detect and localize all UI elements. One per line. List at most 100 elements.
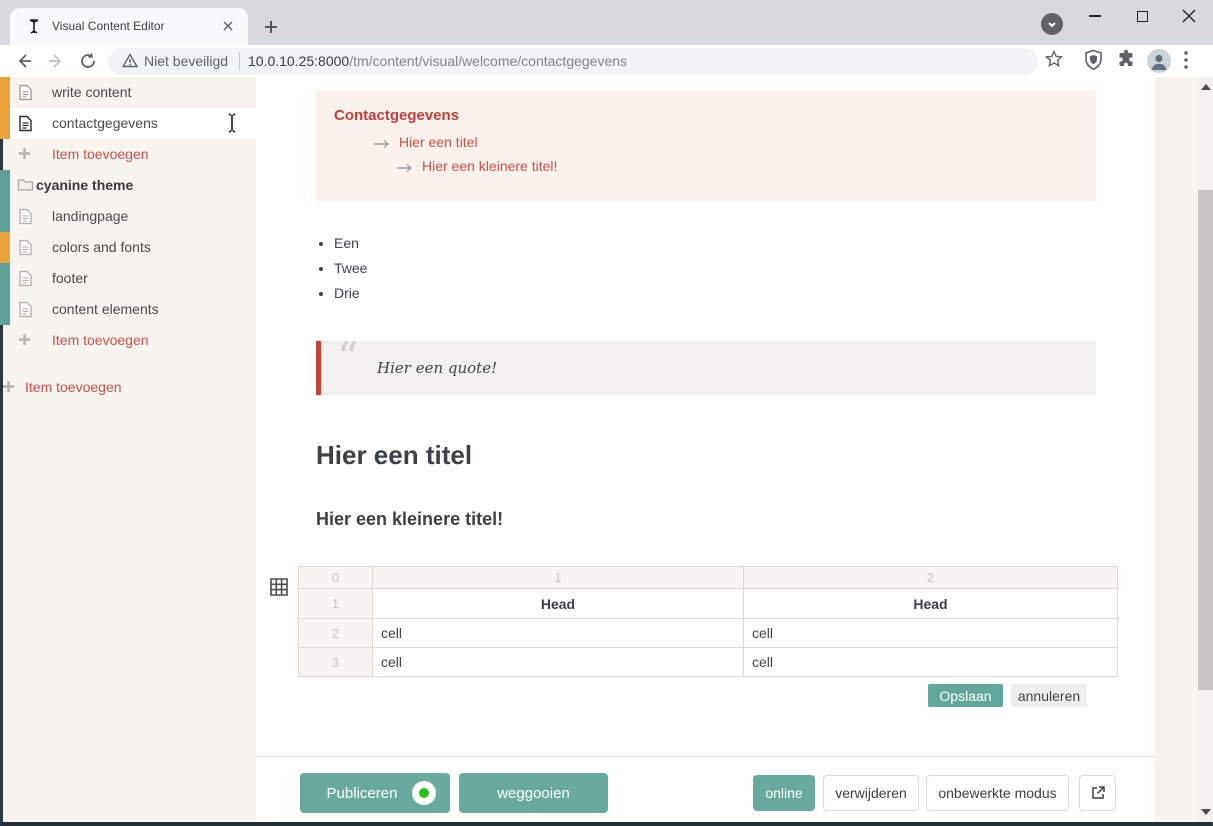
page-background-gap bbox=[1155, 77, 1197, 822]
table-row-number[interactable]: 3 bbox=[299, 648, 373, 677]
scroll-up-arrow-icon[interactable] bbox=[1201, 84, 1211, 90]
window-close-button[interactable] bbox=[1166, 0, 1212, 32]
table-row-number[interactable]: 2 bbox=[299, 619, 373, 648]
plus-icon bbox=[1, 379, 18, 396]
table-cell[interactable]: cell bbox=[373, 648, 744, 677]
sidebar-item-contactgegevens[interactable]: contactgegevens bbox=[3, 108, 256, 139]
publish-button-label: Publiceren bbox=[327, 785, 398, 802]
action-footer-bar: Publiceren weggooien online verwijderen … bbox=[256, 756, 1155, 822]
reload-button[interactable] bbox=[75, 48, 101, 74]
browser-tab[interactable]: Visual Content Editor bbox=[10, 8, 248, 45]
toc-link-label: Hier een kleinere titel! bbox=[422, 158, 557, 174]
status-bar-teal bbox=[0, 201, 10, 232]
sidebar-item-cyanine-theme[interactable]: cyanine theme bbox=[3, 170, 256, 201]
sidebar-item-label: landingpage bbox=[52, 208, 128, 224]
security-label[interactable]: Niet beveiligd bbox=[144, 53, 228, 69]
sidebar-item-label: Item toevoegen bbox=[52, 332, 149, 348]
sidebar-add-item-button[interactable]: Item toevoegen bbox=[3, 139, 256, 170]
table-cell[interactable]: Head bbox=[744, 589, 1118, 619]
table-col-header[interactable]: 2 bbox=[744, 567, 1118, 589]
tab-title: Visual Content Editor bbox=[52, 19, 165, 33]
not-secure-warning-icon[interactable] bbox=[122, 53, 138, 73]
scroll-down-arrow-icon[interactable] bbox=[1201, 809, 1211, 815]
back-button[interactable] bbox=[11, 48, 37, 74]
contact-header-block[interactable]: Contactgegevens Hier een titel Hier een … bbox=[316, 90, 1096, 201]
favicon-icon bbox=[26, 18, 42, 34]
content-table[interactable]: 0 1 2 1 Head Head 2 cell cell 3 cell cel… bbox=[298, 566, 1118, 677]
browser-update-icon[interactable] bbox=[1041, 13, 1063, 35]
status-bar-teal bbox=[0, 170, 10, 201]
list-item: Een bbox=[334, 235, 367, 251]
publish-button[interactable]: Publiceren bbox=[300, 773, 450, 813]
window-maximize-button[interactable] bbox=[1119, 0, 1165, 32]
profile-avatar[interactable] bbox=[1147, 49, 1171, 73]
sidebar-item-landingpage[interactable]: landingpage bbox=[3, 201, 256, 232]
status-bar-teal bbox=[0, 294, 10, 325]
arrow-right-icon bbox=[373, 136, 391, 152]
bullet-list[interactable]: Een Twee Drie bbox=[334, 235, 367, 310]
sidebar-root-add-item-button[interactable]: Item toevoegen bbox=[3, 372, 256, 403]
table-cell[interactable]: cell bbox=[744, 648, 1118, 677]
sidebar-item-colors-and-fonts[interactable]: colors and fonts bbox=[3, 232, 256, 263]
tab-close-icon[interactable] bbox=[220, 18, 236, 34]
status-bar-orange bbox=[0, 232, 10, 263]
content-tree-sidebar: write content contactgegevens Item toevo… bbox=[3, 77, 256, 822]
bookmark-star-icon[interactable] bbox=[1044, 49, 1064, 74]
list-item: Twee bbox=[334, 260, 367, 276]
toc-link-titel[interactable]: Hier een titel bbox=[373, 134, 478, 152]
document-icon bbox=[17, 84, 34, 101]
sidebar-item-label: footer bbox=[52, 270, 88, 286]
browser-menu-icon[interactable] bbox=[1184, 51, 1188, 74]
toc-link-kleinere-titel[interactable]: Hier een kleinere titel! bbox=[396, 158, 557, 176]
window-minimize-button[interactable] bbox=[1072, 0, 1118, 32]
block-title: Contactgegevens bbox=[334, 107, 459, 124]
table-grid-icon[interactable] bbox=[269, 577, 289, 597]
new-tab-button[interactable] bbox=[262, 18, 280, 36]
status-bar-teal bbox=[0, 263, 10, 294]
forward-button[interactable] bbox=[43, 48, 69, 74]
browser-toolbar: Niet beveiligd 10.0.10.25:8000/tm/conten… bbox=[0, 45, 1213, 77]
table-row: 3 cell cell bbox=[299, 648, 1118, 677]
address-bar[interactable]: Niet beveiligd 10.0.10.25:8000/tm/conten… bbox=[108, 48, 1038, 75]
scrollbar-thumb[interactable] bbox=[1198, 190, 1213, 690]
sidebar-item-write-content[interactable]: write content bbox=[3, 77, 256, 108]
heading-small[interactable]: Hier een kleinere titel! bbox=[316, 509, 503, 530]
table-cell[interactable]: Head bbox=[373, 589, 744, 619]
url-text[interactable]: 10.0.10.25:8000/tm/content/visual/welcom… bbox=[248, 53, 627, 69]
document-icon bbox=[17, 208, 34, 225]
quote-block[interactable]: “ Hier een quote! bbox=[316, 341, 1096, 395]
sidebar-add-item-button[interactable]: Item toevoegen bbox=[3, 325, 256, 356]
table-cell[interactable]: cell bbox=[373, 619, 744, 648]
online-status-button[interactable]: online bbox=[753, 775, 815, 811]
delete-button[interactable]: verwijderen bbox=[823, 775, 919, 811]
discard-button[interactable]: weggooien bbox=[459, 773, 608, 813]
extensions-puzzle-icon[interactable] bbox=[1116, 49, 1136, 74]
sidebar-item-label: cyanine theme bbox=[36, 177, 133, 193]
url-divider bbox=[239, 52, 240, 70]
status-bar-orange bbox=[0, 77, 10, 108]
raw-mode-button[interactable]: onbewerkte modus bbox=[926, 775, 1069, 811]
publish-status-dot-icon bbox=[412, 781, 436, 805]
table-row-number[interactable]: 1 bbox=[299, 589, 373, 619]
table-cell[interactable]: cell bbox=[744, 619, 1118, 648]
quote-text: Hier een quote! bbox=[377, 359, 497, 377]
toc-link-label: Hier een titel bbox=[399, 134, 478, 150]
page-scrollbar[interactable] bbox=[1197, 77, 1213, 822]
shield-extension-icon[interactable] bbox=[1084, 49, 1103, 75]
sidebar-item-label: colors and fonts bbox=[52, 239, 151, 255]
cancel-button[interactable]: annuleren bbox=[1011, 684, 1087, 707]
save-button[interactable]: Opslaan bbox=[928, 684, 1003, 707]
sidebar-item-footer[interactable]: footer bbox=[3, 263, 256, 294]
open-external-button[interactable] bbox=[1079, 775, 1116, 811]
document-icon bbox=[17, 115, 34, 132]
table-corner-cell[interactable]: 0 bbox=[299, 567, 373, 589]
sidebar-item-content-elements[interactable]: content elements bbox=[3, 294, 256, 325]
url-host: 10.0.10.25:8000 bbox=[248, 53, 349, 69]
arrow-right-icon bbox=[396, 160, 414, 176]
table-row: 1 Head Head bbox=[299, 589, 1118, 619]
document-icon bbox=[17, 270, 34, 287]
table-col-header[interactable]: 1 bbox=[373, 567, 744, 589]
heading-large[interactable]: Hier een titel bbox=[316, 440, 472, 471]
sidebar-item-label: Item toevoegen bbox=[25, 379, 122, 395]
plus-icon bbox=[17, 332, 34, 349]
